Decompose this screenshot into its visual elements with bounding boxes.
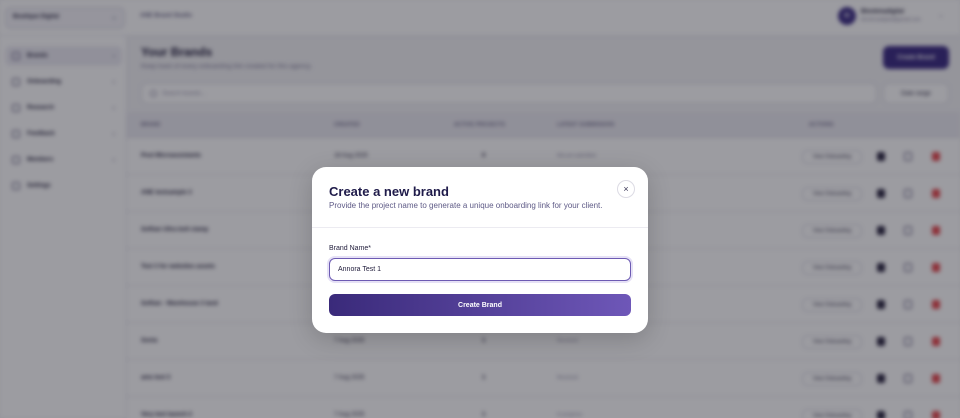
- close-icon[interactable]: ×: [617, 180, 635, 198]
- brand-name-input[interactable]: [329, 258, 631, 281]
- brand-name-label: Brand Name*: [329, 245, 372, 252]
- divider: [312, 227, 648, 228]
- dialog-title: Create a new brand: [329, 184, 449, 199]
- create-brand-dialog: Create a new brand Provide the project n…: [312, 167, 648, 333]
- create-brand-submit-button[interactable]: Create Brand: [329, 294, 631, 316]
- dialog-subtitle: Provide the project name to generate a u…: [329, 201, 603, 210]
